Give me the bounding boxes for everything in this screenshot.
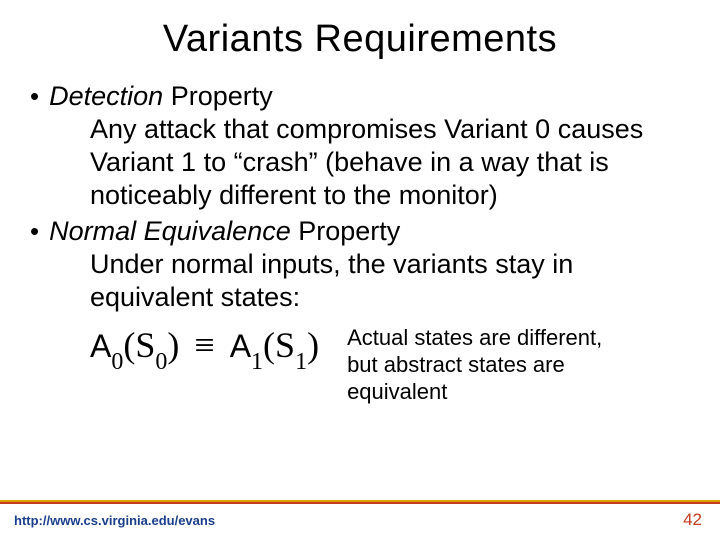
formula-equiv: ≡ <box>188 325 220 365</box>
formula-close2: ) <box>307 325 319 365</box>
detection-rest: Property <box>163 81 273 111</box>
formula-close1: ) <box>167 325 179 365</box>
bullet-detection-line: Detection Property <box>49 79 273 113</box>
slide: Variants Requirements • Detection Proper… <box>0 0 720 540</box>
detection-term: Detection <box>49 81 163 111</box>
formula: A0(S0) ≡ A1(S1) <box>90 324 319 372</box>
bullet-detection: • Detection Property <box>30 79 690 113</box>
page-number: 42 <box>683 510 702 530</box>
formula-sub-0a: 0 <box>111 349 123 375</box>
formula-A1: A <box>230 328 251 364</box>
formula-row: A0(S0) ≡ A1(S1) Actual states are differ… <box>90 324 690 405</box>
equivalence-rest: Property <box>291 216 401 246</box>
formula-S1: S <box>275 325 295 365</box>
equivalence-body: Under normal inputs, the variants stay i… <box>90 248 680 314</box>
formula-sub-1a: 1 <box>251 349 263 375</box>
footer: http://www.cs.virginia.edu/evans 42 <box>0 500 720 540</box>
formula-note: Actual states are different, but abstrac… <box>347 324 607 405</box>
footer-url: http://www.cs.virginia.edu/evans <box>14 513 215 528</box>
bullet-equivalence: • Normal Equivalence Property <box>30 214 690 248</box>
footer-row: http://www.cs.virginia.edu/evans 42 <box>0 504 720 540</box>
formula-sub-0b: 0 <box>155 349 167 375</box>
bullet-dot: • <box>30 214 39 248</box>
formula-open2: ( <box>263 325 275 365</box>
bullet-equivalence-line: Normal Equivalence Property <box>49 214 400 248</box>
detection-body: Any attack that compromises Variant 0 ca… <box>90 113 680 212</box>
slide-title: Variants Requirements <box>30 18 690 61</box>
formula-open1: ( <box>123 325 135 365</box>
equivalence-term: Normal Equivalence <box>49 216 291 246</box>
formula-S0: S <box>135 325 155 365</box>
bullet-dot: • <box>30 79 39 113</box>
formula-sub-1b: 1 <box>295 349 307 375</box>
formula-A0: A <box>90 328 111 364</box>
